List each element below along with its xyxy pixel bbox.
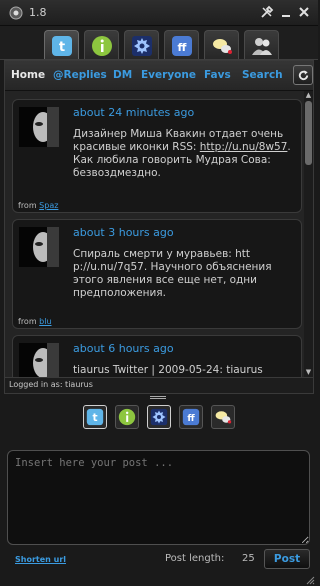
tweet-text: Дизайнер Миша Квакин отдает очень красив…: [73, 128, 291, 179]
tweet-source-link[interactable]: Spaz: [39, 201, 58, 210]
users-icon: [251, 37, 272, 55]
timeline-nav: Home @Replies DM Everyone Favs Search: [5, 61, 313, 91]
login-status: Logged in as: tiaurus: [5, 377, 313, 393]
close-button[interactable]: [297, 5, 311, 19]
avatar[interactable]: [19, 107, 59, 147]
scroll-down-icon[interactable]: ▼: [304, 368, 313, 377]
nav-favs[interactable]: Favs: [204, 69, 231, 81]
tab-chat[interactable]: [204, 30, 239, 60]
chat-bubbles-icon: [212, 38, 232, 54]
tweet-text: Спираль смерти у муравьев: htt p://u.nu/…: [73, 248, 272, 299]
post-length-value: 25: [242, 553, 255, 564]
feed-scrollbar[interactable]: ▲ ▼: [304, 91, 313, 377]
compose-identica-toggle[interactable]: [115, 405, 139, 429]
refresh-icon: [298, 69, 308, 80]
compose-settings-toggle[interactable]: [147, 405, 171, 429]
shorten-url-link[interactable]: Shorten url: [15, 555, 66, 564]
avatar[interactable]: [19, 227, 59, 267]
tweet-source: from blu: [18, 317, 52, 326]
friendfeed-icon: ff: [171, 35, 192, 56]
tweet-timestamp[interactable]: about 3 hours ago: [73, 226, 174, 239]
tweet-timestamp[interactable]: about 24 minutes ago: [73, 106, 194, 119]
chat-bubbles-icon: [215, 411, 232, 424]
main-panel: Home @Replies DM Everyone Favs Search ab…: [4, 60, 314, 394]
tweet-link[interactable]: http://u.nu/8w57: [200, 141, 288, 153]
tab-identica[interactable]: [84, 30, 119, 60]
tweet-text: tiaurus Twitter | 2009-05-24: tiaurus Tw…: [73, 364, 263, 376]
svg-text:ff: ff: [187, 414, 195, 424]
post-input[interactable]: [7, 450, 310, 545]
app-logo-icon: [9, 6, 23, 20]
service-tabs: t ff: [0, 26, 318, 60]
svg-text:t: t: [92, 411, 97, 424]
tweet-timestamp[interactable]: about 6 hours ago: [73, 342, 174, 355]
tweet-source: from Spaz: [18, 201, 59, 210]
twitter-icon: t: [86, 408, 104, 426]
tab-twitter[interactable]: t: [44, 30, 79, 60]
svg-text:ff: ff: [177, 41, 186, 54]
compose-footer: Shorten url Post length: 25 Post: [0, 548, 318, 574]
compose-chat-toggle[interactable]: [211, 405, 235, 429]
tab-settings[interactable]: [124, 30, 159, 60]
tab-friendfeed[interactable]: ff: [164, 30, 199, 60]
resize-grip-icon[interactable]: [305, 575, 315, 585]
gear-icon: [131, 35, 152, 56]
nav-dm[interactable]: DM: [113, 69, 132, 81]
identica-icon: [118, 408, 136, 426]
twitter-icon: t: [51, 35, 72, 56]
tweet-item: about 24 minutes ago Дизайнер Миша Кваки…: [12, 99, 302, 213]
avatar[interactable]: [19, 343, 59, 377]
gear-icon: [150, 408, 168, 426]
tab-users[interactable]: [244, 30, 279, 60]
minimize-button[interactable]: [279, 5, 293, 19]
friendfeed-icon: ff: [182, 408, 200, 426]
nav-replies[interactable]: @Replies: [53, 69, 107, 81]
nav-search[interactable]: Search: [242, 69, 283, 81]
identica-icon: [91, 35, 112, 56]
nav-everyone[interactable]: Everyone: [141, 69, 196, 81]
svg-text:t: t: [58, 40, 64, 55]
tweet-feed[interactable]: about 24 minutes ago Дизайнер Миша Кваки…: [5, 91, 313, 377]
tweet-item: about 6 hours ago tiaurus Twitter | 2009…: [12, 335, 302, 377]
post-button[interactable]: Post: [264, 549, 310, 569]
refresh-button[interactable]: [293, 65, 313, 85]
compose-twitter-toggle[interactable]: t: [83, 405, 107, 429]
app-version: 1.8: [29, 6, 47, 19]
nav-home[interactable]: Home: [11, 69, 45, 81]
compose-friendfeed-toggle[interactable]: ff: [179, 405, 203, 429]
tools-icon[interactable]: [260, 5, 274, 19]
scroll-up-icon[interactable]: ▲: [304, 91, 313, 100]
scroll-thumb[interactable]: [305, 101, 312, 165]
title-bar: 1.8: [0, 0, 318, 26]
panel-splitter-handle[interactable]: [150, 395, 166, 401]
compose-service-selector: t ff: [0, 403, 318, 431]
post-length-label: Post length:: [165, 553, 225, 564]
tweet-item: about 3 hours ago Спираль смерти у мурав…: [12, 219, 302, 329]
tweet-source-link[interactable]: blu: [39, 317, 51, 326]
